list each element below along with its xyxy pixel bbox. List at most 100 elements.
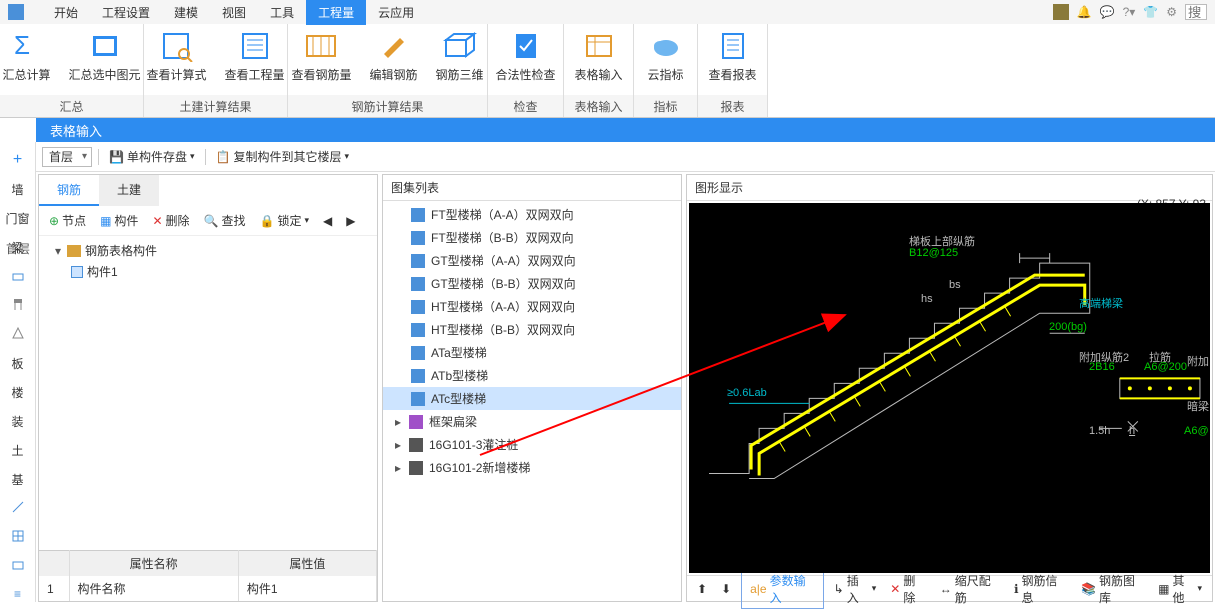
- view-qty-button[interactable]: 查看工程量: [219, 28, 291, 85]
- side-icon-2[interactable]: [9, 296, 27, 315]
- bottom-toolbar: ⬆ ⬇ a|e参数输入 ↳插入▾ ✕删除 ↔缩尺配筋 ℹ钢筋信息 📚钢筋图库 ▦…: [687, 575, 1212, 601]
- valid-check-button[interactable]: 合法性检查: [490, 28, 562, 85]
- next-button[interactable]: ▶: [342, 210, 359, 231]
- insert-button[interactable]: ↳插入▾: [830, 570, 881, 608]
- list-item[interactable]: ATb型楼梯: [383, 364, 681, 387]
- shrink-rebar-button[interactable]: ↔缩尺配筋: [936, 570, 1004, 608]
- help-icon[interactable]: ?▾: [1123, 5, 1136, 19]
- view-report-button[interactable]: 查看报表: [703, 28, 763, 85]
- drawing-canvas[interactable]: 梯板上部纵筋 B12@125 高端梯梁 200(bg) ≥0.6Lab hs b…: [689, 203, 1210, 573]
- menu-project[interactable]: 工程设置: [90, 0, 162, 25]
- add-icon[interactable]: +: [11, 150, 24, 170]
- lbl-add2v: A6@200: [1144, 361, 1187, 373]
- prev-button[interactable]: ◀: [319, 210, 336, 231]
- sum-calc-button[interactable]: Σ 汇总计算: [0, 28, 57, 85]
- context-banner: 表格输入: [36, 118, 1215, 142]
- side-icon-7[interactable]: ≡: [12, 586, 23, 602]
- side-slab[interactable]: 板: [9, 354, 25, 373]
- view-formula-button[interactable]: 查看计算式: [140, 28, 212, 85]
- delete-row-button[interactable]: ✕删除: [886, 570, 929, 608]
- shirt-icon[interactable]: 👕: [1143, 5, 1158, 19]
- edit-rebar-button[interactable]: 编辑钢筋: [364, 28, 424, 85]
- param-input-button[interactable]: a|e参数输入: [741, 569, 824, 609]
- prop-header-name: 属性名称: [69, 551, 238, 577]
- tab-rebar[interactable]: 钢筋: [39, 175, 99, 206]
- side-icon-1[interactable]: [9, 267, 27, 286]
- chat-icon[interactable]: 💬: [1100, 5, 1115, 19]
- down-button[interactable]: ⬇: [717, 580, 735, 598]
- table-row[interactable]: 1构件名称构件1: [39, 576, 377, 601]
- list-item[interactable]: HT型楼梯（B-B）双网双向: [383, 318, 681, 341]
- cloud-idx-button[interactable]: 云指标: [639, 28, 693, 85]
- side-floor[interactable]: 楼: [9, 383, 25, 402]
- tree-root[interactable]: ▾钢筋表格构件: [39, 240, 377, 261]
- member-tree[interactable]: ▾钢筋表格构件 构件1: [39, 236, 377, 550]
- doc-icon: [411, 369, 425, 383]
- left-panel: 钢筋 土建 ⊕节点 ▦构件 ✕删除 🔍查找 🔒锁定▾ ◀ ▶ ▾钢筋表格构件 构…: [38, 174, 378, 602]
- menu-view[interactable]: 视图: [210, 0, 258, 25]
- delete-button[interactable]: ✕删除: [148, 210, 193, 231]
- lbl-bs: bs: [949, 279, 961, 291]
- member-button[interactable]: ▦构件: [96, 210, 142, 231]
- list-item[interactable]: HT型楼梯（A-A）双网双向: [383, 295, 681, 318]
- atlas-list[interactable]: FT型楼梯（A-A）双网双向 FT型楼梯（B-B）双网双向 GT型楼梯（A-A）…: [383, 201, 681, 601]
- list-item[interactable]: GT型楼梯（B-B）双网双向: [383, 272, 681, 295]
- side-icon-3[interactable]: [9, 325, 27, 344]
- side-soil[interactable]: 土: [9, 441, 25, 460]
- floor-select[interactable]: 首层: [42, 147, 92, 167]
- list-item[interactable]: FT型楼梯（A-A）双网双向: [383, 203, 681, 226]
- menu-start[interactable]: 开始: [42, 0, 90, 25]
- folder-icon: [67, 245, 81, 257]
- menu-cloud[interactable]: 云应用: [366, 0, 426, 25]
- sum-sel-button[interactable]: 汇总选中图元: [63, 28, 147, 85]
- bell-icon[interactable]: 🔔: [1077, 5, 1092, 19]
- ribbon: Σ 汇总计算 汇总选中图元 汇总 查看计算式 查看工程量 土建计算结果: [0, 24, 1215, 118]
- find-button[interactable]: 🔍查找: [200, 210, 250, 231]
- save-single-button[interactable]: 💾单构件存盘▾: [105, 146, 199, 167]
- side-door[interactable]: 门窗: [3, 209, 31, 228]
- side-deco[interactable]: 装: [9, 412, 25, 431]
- side-wall[interactable]: 墙: [9, 180, 25, 199]
- table-input-button[interactable]: 表格输入: [569, 28, 629, 85]
- search-input[interactable]: [1185, 4, 1207, 20]
- secondary-toolbar: 首层 💾单构件存盘▾ 📋复制构件到其它楼层▾: [36, 142, 1215, 172]
- lbl-h15: 1.5h: [1089, 425, 1110, 437]
- doc-icon: [411, 208, 425, 222]
- menu-tools[interactable]: 工具: [258, 0, 306, 25]
- doc-icon: [411, 346, 425, 360]
- menu-quantity[interactable]: 工程量: [306, 0, 366, 25]
- lock-button[interactable]: 🔒锁定▾: [255, 210, 313, 231]
- menu-model[interactable]: 建模: [162, 0, 210, 25]
- lbl-sub: 暗梁: [1187, 398, 1209, 414]
- view-rebar-button[interactable]: 查看钢筋量: [285, 28, 357, 85]
- list-item-selected[interactable]: ATc型楼梯: [383, 387, 681, 410]
- node-button[interactable]: ⊕节点: [45, 210, 90, 231]
- side-icon-4[interactable]: [9, 499, 27, 518]
- other-button[interactable]: ▦其他▾: [1154, 570, 1206, 608]
- list-item[interactable]: GT型楼梯（A-A）双网双向: [383, 249, 681, 272]
- copy-to-floors-button[interactable]: 📋复制构件到其它楼层▾: [212, 146, 354, 167]
- doc-icon: [411, 254, 425, 268]
- lbl-sub2: A6@: [1184, 425, 1209, 437]
- rebar-lib-button[interactable]: 📚钢筋图库: [1077, 570, 1148, 608]
- side-nav: + 墙 门窗 梁 板 楼 装 土 基 ≡: [0, 142, 36, 602]
- tab-civil[interactable]: 土建: [99, 175, 159, 206]
- list-item[interactable]: ATa型楼梯: [383, 341, 681, 364]
- gear-icon[interactable]: ⚙: [1166, 5, 1177, 19]
- book-icon: [409, 438, 423, 452]
- side-found[interactable]: 基: [9, 470, 25, 489]
- lbl-top-spec: B12@125: [909, 247, 958, 259]
- ribbon-group-label: 检查: [488, 95, 563, 117]
- avatar[interactable]: [1053, 4, 1069, 20]
- list-item[interactable]: FT型楼梯（B-B）双网双向: [383, 226, 681, 249]
- rebar-3d-button[interactable]: 钢筋三维: [430, 28, 490, 85]
- list-group[interactable]: ▸框架扁梁: [383, 410, 681, 433]
- rebar-info-button[interactable]: ℹ钢筋信息: [1010, 570, 1071, 608]
- tree-item[interactable]: 构件1: [39, 261, 377, 282]
- up-button[interactable]: ⬆: [693, 580, 711, 598]
- diamond-icon: [409, 415, 423, 429]
- ribbon-group-label: 钢筋计算结果: [288, 95, 487, 117]
- list-group[interactable]: ▸16G101-3灌注桩: [383, 433, 681, 456]
- list-group[interactable]: ▸16G101-2新增楼梯: [383, 456, 681, 479]
- side-icon-5[interactable]: [9, 528, 27, 547]
